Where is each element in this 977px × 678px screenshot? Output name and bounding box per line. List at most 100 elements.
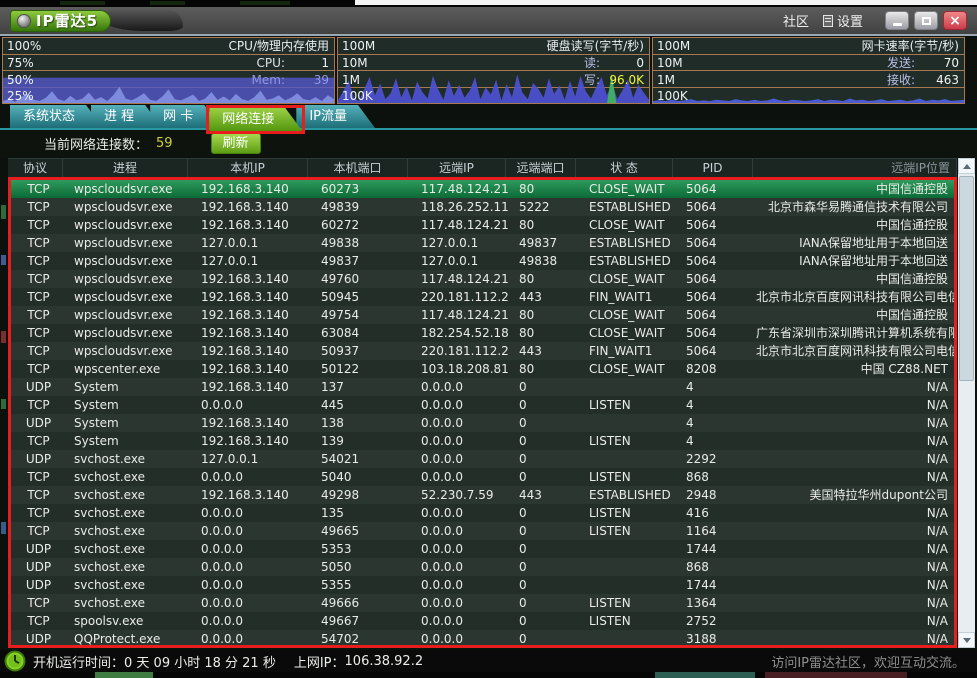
cell-local-ip: 192.168.3.140 (191, 342, 311, 360)
table-row[interactable]: UDPsvchost.exe127.0.0.1540210.0.0.002292… (11, 450, 954, 468)
col-local-port[interactable]: 本机端口 (308, 159, 408, 177)
cell-location: N/A (756, 378, 954, 396)
cell-local-ip: 0.0.0.0 (191, 558, 311, 576)
cell-protocol: TCP (11, 234, 66, 252)
col-remote-port[interactable]: 远端端口 (506, 159, 576, 177)
scroll-up-button[interactable] (958, 158, 975, 174)
cell-protocol: UDP (11, 558, 66, 576)
cell-pid: 868 (676, 468, 756, 486)
cpu-readout: CPU:1 (257, 55, 329, 71)
cell-pid: 4 (676, 414, 756, 432)
cell-remote-port: 80 (509, 306, 579, 324)
cell-remote-ip: 0.0.0.0 (411, 576, 509, 594)
table-row[interactable]: TCPwpscloudsvr.exe192.168.3.14049760117.… (11, 270, 954, 288)
refresh-button[interactable]: 刷新 (211, 133, 261, 154)
table-row[interactable]: TCPsvchost.exe0.0.0.0496650.0.0.00LISTEN… (11, 522, 954, 540)
cell-protocol: UDP (11, 630, 66, 648)
table-row[interactable]: TCPsvchost.exe192.168.3.1404929852.230.7… (11, 486, 954, 504)
table-row[interactable]: TCPwpscloudsvr.exe192.168.3.14063084182.… (11, 324, 954, 342)
monitor-panels: 100% 75% 50% 25% CPU/物理内存使用 CPU:1 Mem:39… (2, 37, 965, 104)
table-scrollbar[interactable] (958, 158, 975, 648)
table-row[interactable]: TCPwpscloudsvr.exe192.168.3.14050937220.… (11, 342, 954, 360)
cell-remote-ip: 220.181.112.244 (411, 342, 509, 360)
table-header: 协议 进程 本机IP 本机端口 远端IP 远端端口 状 态 PID 远端IP位置 (8, 158, 957, 177)
cell-state: FIN_WAIT1 (579, 342, 676, 360)
cell-process: svchost.exe (66, 558, 191, 576)
community-link[interactable]: 社区 (783, 11, 809, 30)
minimize-button[interactable] (885, 11, 909, 30)
table-row[interactable]: TCPwpscenter.exe192.168.3.14050122103.18… (11, 360, 954, 378)
cell-remote-ip: 117.48.124.214 (411, 270, 509, 288)
table-row[interactable]: TCPwpscloudsvr.exe127.0.0.149838127.0.0.… (11, 234, 954, 252)
col-pid[interactable]: PID (673, 159, 753, 177)
maximize-button[interactable] (914, 11, 938, 30)
cell-remote-port: 49838 (509, 252, 579, 270)
desktop-fragment (655, 672, 755, 678)
cell-location: 中国信通控股 (756, 270, 954, 288)
cell-process: wpscloudsvr.exe (66, 342, 191, 360)
col-location[interactable]: 远端IP位置 (753, 159, 957, 177)
table-row[interactable]: UDPQQProtect.exe0.0.0.0547020.0.0.003188… (11, 630, 954, 648)
col-protocol[interactable]: 协议 (8, 159, 63, 177)
col-state[interactable]: 状 态 (576, 159, 673, 177)
cell-protocol: UDP (11, 378, 66, 396)
table-row[interactable]: UDPsvchost.exe0.0.0.053530.0.0.001744N/A (11, 540, 954, 558)
cell-state: ESTABLISHED (579, 486, 676, 504)
scroll-down-button[interactable] (958, 632, 975, 648)
col-process[interactable]: 进程 (63, 159, 188, 177)
mem-value: 39 (285, 72, 329, 88)
table-row[interactable]: TCPsvchost.exe0.0.0.050400.0.0.00LISTEN8… (11, 468, 954, 486)
table-row[interactable]: TCPsvchost.exe0.0.0.01350.0.0.00LISTEN41… (11, 504, 954, 522)
cpu-scale-25: 25% (7, 88, 34, 104)
table-row[interactable]: TCPwpscloudsvr.exe192.168.3.14049754117.… (11, 306, 954, 324)
table-row[interactable]: UDPSystem192.168.3.1401370.0.0.004N/A (11, 378, 954, 396)
cell-remote-ip: 52.230.7.59 (411, 486, 509, 504)
cell-local-port: 63084 (311, 324, 411, 342)
cell-local-port: 60272 (311, 216, 411, 234)
cell-protocol: TCP (11, 270, 66, 288)
col-remote-ip[interactable]: 远端IP (408, 159, 506, 177)
settings-button[interactable]: 设置 (823, 11, 863, 30)
cell-local-ip: 192.168.3.140 (191, 180, 311, 198)
cell-location: IANA保留地址用于本地回送 (756, 234, 954, 252)
cell-protocol: TCP (11, 252, 66, 270)
close-button[interactable]: × (943, 11, 967, 30)
cell-protocol: TCP (11, 522, 66, 540)
cell-remote-port: 0 (509, 378, 579, 396)
table-row[interactable]: TCPspoolsv.exe0.0.0.0496670.0.0.00LISTEN… (11, 612, 954, 630)
connections-count-value: 59 (156, 136, 173, 151)
cell-remote-ip: 0.0.0.0 (411, 468, 509, 486)
cell-process: svchost.exe (66, 468, 191, 486)
tab-network-connections[interactable]: 网络连接 (209, 108, 302, 131)
cell-process: svchost.exe (66, 450, 191, 468)
cell-location: N/A (756, 540, 954, 558)
col-local-ip[interactable]: 本机IP (188, 159, 308, 177)
net-scale-1m: 1M (657, 72, 675, 88)
screen: IP雷达5 社区 设置 × (0, 0, 977, 678)
table-row[interactable]: TCPwpscloudsvr.exe192.168.3.14049839118.… (11, 198, 954, 216)
table-row[interactable]: UDPSystem192.168.3.1401380.0.0.004N/A (11, 414, 954, 432)
table-row[interactable]: TCPSystem192.168.3.1401390.0.0.00LISTEN4… (11, 432, 954, 450)
cell-pid: 1364 (676, 594, 756, 612)
table-row[interactable]: TCPSystem0.0.0.04450.0.0.00LISTEN4N/A (11, 396, 954, 414)
table-row[interactable]: TCPwpscloudsvr.exe192.168.3.14050945220.… (11, 288, 954, 306)
disk-read-label: 读: (584, 56, 600, 70)
cpu-scale-50: 50% (7, 72, 34, 88)
cell-local-port: 50122 (311, 360, 411, 378)
table-row[interactable]: TCPwpscloudsvr.exe127.0.0.149837127.0.0.… (11, 252, 954, 270)
cell-local-ip: 192.168.3.140 (191, 432, 311, 450)
cell-state: CLOSE_WAIT (579, 180, 676, 198)
desktop-fragment (765, 672, 907, 678)
table-row[interactable]: UDPsvchost.exe0.0.0.050500.0.0.00868N/A (11, 558, 954, 576)
table-row[interactable]: TCPwpscloudsvr.exe192.168.3.14060272117.… (11, 216, 954, 234)
table-row[interactable]: TCPwpscloudsvr.exe192.168.3.14060273117.… (11, 180, 954, 198)
tab-system-status[interactable]: 系统状态 (10, 105, 103, 128)
scroll-thumb[interactable] (959, 176, 974, 381)
cell-local-ip: 0.0.0.0 (191, 396, 311, 414)
tab-ip-traffic[interactable]: IP流量 (296, 105, 375, 128)
desktop-fragment (1, 399, 6, 409)
cell-protocol: TCP (11, 396, 66, 414)
table-row[interactable]: TCPsvchost.exe0.0.0.0496660.0.0.00LISTEN… (11, 594, 954, 612)
table-row[interactable]: UDPsvchost.exe0.0.0.053550.0.0.001744N/A (11, 576, 954, 594)
cell-pid: 1164 (676, 522, 756, 540)
